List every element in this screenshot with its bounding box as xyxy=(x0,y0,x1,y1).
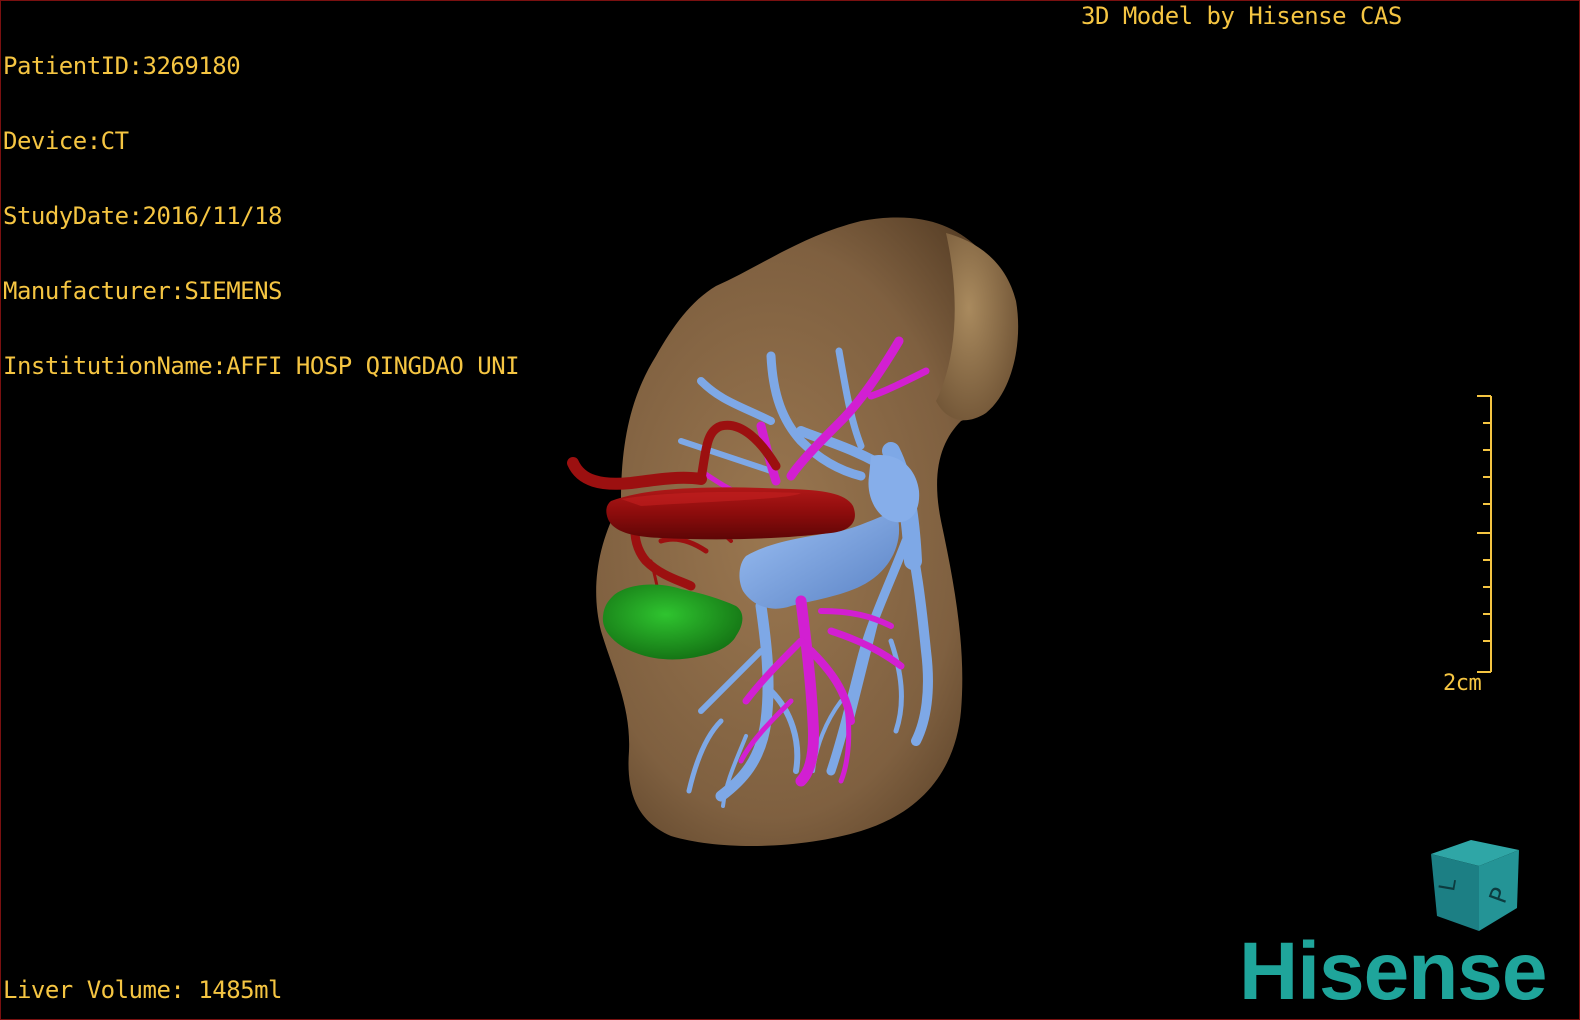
liver-volume-readout: Liver Volume: 1485ml xyxy=(3,976,282,1004)
manufacturer: Manufacturer:SIEMENS xyxy=(3,277,282,305)
3d-viewport[interactable]: PatientID:3269180 Device:CT StudyDate:20… xyxy=(0,0,1580,1020)
orientation-cube[interactable]: L P xyxy=(1421,836,1531,936)
hisense-logo: Hisense xyxy=(1239,926,1548,1017)
patient-id: PatientID:3269180 xyxy=(3,52,241,80)
device: Device:CT xyxy=(3,127,129,155)
study-date: StudyDate:2016/11/18 xyxy=(3,202,282,230)
patient-info-panel: PatientID:3269180 Device:CT StudyDate:20… xyxy=(3,4,520,429)
viewer-title: 3D Model by Hisense CAS xyxy=(1081,2,1402,30)
scale-bar-label: 2cm xyxy=(1443,671,1482,696)
scale-bar xyxy=(1477,395,1492,673)
institution-name: InstitutionName:AFFI HOSP QINGDAO UNI xyxy=(3,352,520,380)
